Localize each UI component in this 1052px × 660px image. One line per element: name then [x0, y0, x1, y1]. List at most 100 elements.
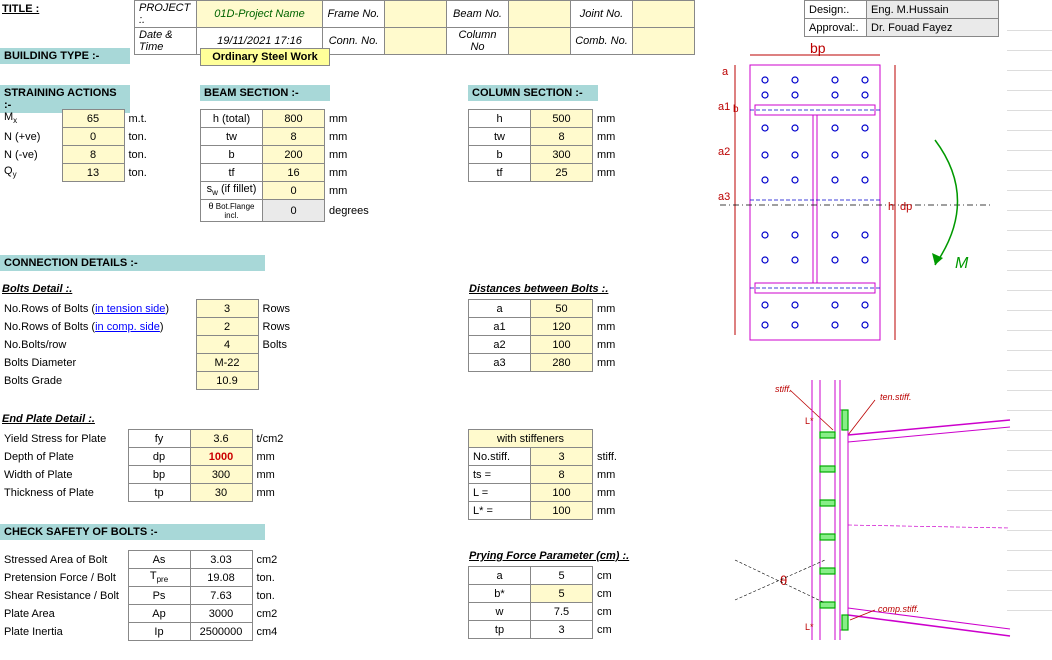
- npos-unit: ton.: [124, 128, 164, 146]
- cb-preten-value: 19.08: [190, 569, 252, 587]
- svg-text:stiff.: stiff.: [775, 384, 792, 394]
- ep-depth-sym: dp: [128, 448, 190, 466]
- ep-yield-sym: fy: [128, 430, 190, 448]
- stiff-ts-value[interactable]: 8: [531, 466, 593, 484]
- bolts-row-label: No.Bolts/row: [0, 336, 196, 354]
- cb-area-value: 3000: [190, 605, 252, 623]
- bs-tw-value[interactable]: 8: [263, 128, 325, 146]
- frame-no-value[interactable]: [385, 1, 447, 28]
- dist-a3-value[interactable]: 280: [531, 354, 593, 372]
- cs-tw-value[interactable]: 8: [531, 128, 593, 146]
- ep-width-label: Width of Plate: [0, 466, 128, 484]
- mx-value[interactable]: 65: [62, 110, 124, 128]
- dist-a1-label: a1: [469, 318, 531, 336]
- stiff-no-label: No.stiff.: [469, 448, 531, 466]
- stiff-no-value[interactable]: 3: [531, 448, 593, 466]
- dist-a3-label: a3: [469, 354, 531, 372]
- svg-text:L*: L*: [805, 416, 814, 426]
- stiff-lstar-value[interactable]: 100: [531, 502, 593, 520]
- svg-text:L*: L*: [805, 622, 814, 632]
- qy-unit: ton.: [124, 164, 164, 182]
- cb-area-label: Plate Area: [0, 605, 128, 623]
- cs-b-label: b: [469, 146, 531, 164]
- building-type-value[interactable]: Ordinary Steel Work: [200, 48, 330, 66]
- ep-yield-label: Yield Stress for Plate: [0, 430, 128, 448]
- stiff-heading: with stiffeners: [469, 430, 593, 448]
- stiff-lstar-label: L* =: [469, 502, 531, 520]
- dist-a2-label: a2: [469, 336, 531, 354]
- qy-label: Qy: [0, 164, 62, 182]
- column-section-label: COLUMN SECTION :-: [468, 85, 598, 101]
- bolts-row-value[interactable]: 4: [196, 336, 258, 354]
- bs-tw-label: tw: [201, 128, 263, 146]
- dist-a-value[interactable]: 50: [531, 300, 593, 318]
- pr-bstar-value[interactable]: 5: [531, 585, 593, 603]
- svg-text:comp.stiff.: comp.stiff.: [878, 604, 919, 614]
- nneg-value[interactable]: 8: [62, 146, 124, 164]
- bolts-grade-label: Bolts Grade: [0, 372, 196, 390]
- end-plate-heading: End Plate Detail :.: [2, 413, 95, 425]
- stiff-l-value[interactable]: 100: [531, 484, 593, 502]
- joint-no-label: Joint No.: [571, 1, 633, 28]
- npos-value[interactable]: 0: [62, 128, 124, 146]
- pr-bstar-label: b*: [469, 585, 531, 603]
- stiffener-side-diagram: stiff. ten.stiff. L* L* comp.stiff. θ: [720, 380, 1020, 640]
- project-value[interactable]: 01D-Project Name: [197, 1, 323, 28]
- cs-tf-value[interactable]: 25: [531, 164, 593, 182]
- cs-h-value[interactable]: 500: [531, 110, 593, 128]
- bolts-detail-heading: Bolts Detail :.: [2, 283, 72, 295]
- beam-no-label: Beam No.: [447, 1, 509, 28]
- cb-shear-label: Shear Resistance / Bolt: [0, 587, 128, 605]
- ep-depth-value[interactable]: 1000: [190, 448, 252, 466]
- bolts-grade-value[interactable]: 10.9: [196, 372, 258, 390]
- stiff-ts-label: ts =: [469, 466, 531, 484]
- bs-sw-label: sw (if fillet): [201, 182, 263, 200]
- cs-b-value[interactable]: 300: [531, 146, 593, 164]
- nneg-label: N (-ve): [0, 146, 62, 164]
- rows-tension-label: No.Rows of Bolts (in tension side): [0, 300, 196, 318]
- approval-value[interactable]: Dr. Fouad Fayez: [867, 19, 999, 37]
- cb-inertia-sym: Ip: [128, 623, 190, 641]
- cb-inertia-value: 2500000: [190, 623, 252, 641]
- ep-thick-label: Thickness of Plate: [0, 484, 128, 502]
- bs-h-label: h (total): [201, 110, 263, 128]
- rows-comp-label: No.Rows of Bolts (in comp. side): [0, 318, 196, 336]
- stiff-l-label: L =: [469, 484, 531, 502]
- bs-b-value[interactable]: 200: [263, 146, 325, 164]
- cb-inertia-label: Plate Inertia: [0, 623, 128, 641]
- connection-front-diagram: bp a a1 a2 a3 b h dp M: [700, 40, 1020, 350]
- svg-text:a3: a3: [718, 191, 730, 203]
- bs-h-unit: mm: [325, 110, 373, 128]
- joint-no-value[interactable]: [633, 1, 695, 28]
- cb-stress-value: 3.03: [190, 551, 252, 569]
- ep-yield-value[interactable]: 3.6: [190, 430, 252, 448]
- beam-no-value[interactable]: [509, 1, 571, 28]
- bs-sw-value[interactable]: 0: [263, 182, 325, 200]
- bs-b-label: b: [201, 146, 263, 164]
- qy-value[interactable]: 13: [62, 164, 124, 182]
- design-value[interactable]: Eng. M.Hussain: [867, 1, 999, 19]
- svg-text:bp: bp: [810, 40, 826, 56]
- ep-width-value[interactable]: 300: [190, 466, 252, 484]
- cs-tf-label: tf: [469, 164, 531, 182]
- bs-theta-value[interactable]: 0: [263, 200, 325, 222]
- rows-tension-value[interactable]: 3: [196, 300, 258, 318]
- rows-comp-value[interactable]: 2: [196, 318, 258, 336]
- ep-thick-value[interactable]: 30: [190, 484, 252, 502]
- bs-tf-value[interactable]: 16: [263, 164, 325, 182]
- pr-tp-label: tp: [469, 621, 531, 639]
- ep-width-sym: bp: [128, 466, 190, 484]
- svg-text:θ: θ: [780, 573, 787, 588]
- beam-section-label: BEAM SECTION :-: [200, 85, 330, 101]
- cb-area-sym: Ap: [128, 605, 190, 623]
- project-label: PROJECT :.: [135, 1, 197, 28]
- bs-theta-label: θ Bot.Flange incl.: [201, 200, 263, 222]
- bolts-diameter-value[interactable]: M-22: [196, 354, 258, 372]
- frame-no-label: Frame No.: [323, 1, 385, 28]
- dist-a2-value[interactable]: 100: [531, 336, 593, 354]
- svg-text:b: b: [733, 104, 739, 115]
- dist-a1-value[interactable]: 120: [531, 318, 593, 336]
- ep-depth-label: Depth of Plate: [0, 448, 128, 466]
- bs-h-value[interactable]: 800: [263, 110, 325, 128]
- ep-thick-sym: tp: [128, 484, 190, 502]
